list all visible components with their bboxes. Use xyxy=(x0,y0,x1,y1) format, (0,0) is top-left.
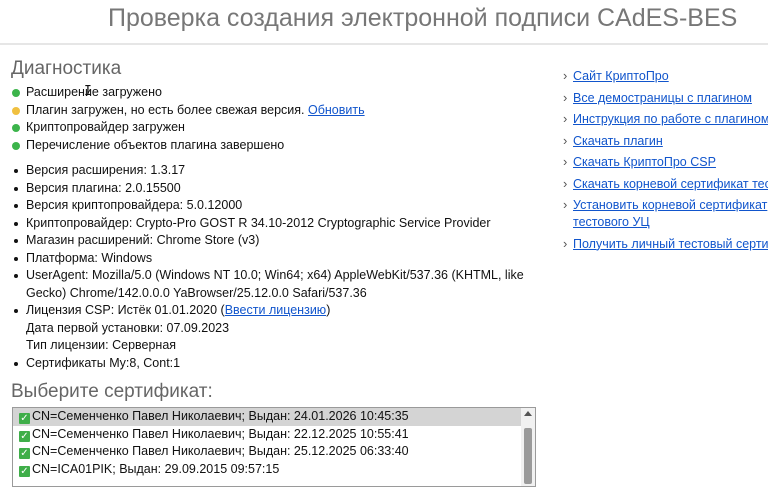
status-ok-dot xyxy=(12,89,20,97)
sidebar-link-cryptopro-site[interactable]: Сайт КриптоПро xyxy=(563,68,768,85)
sidebar-links: Сайт КриптоПро Все демостраницы с плагин… xyxy=(563,68,768,257)
info-license-type: Тип лицензии: Серверная xyxy=(26,338,177,352)
info-install-date: Дата первой установки: 07.09.2023 xyxy=(26,320,230,335)
status-extension-loaded: Расширение загружено xyxy=(12,84,365,102)
status-plugin-outdated: Плагин загружен, но есть более свежая ве… xyxy=(12,102,365,120)
valid-check-icon: ✓ xyxy=(19,465,30,477)
sidebar-link-download-plugin[interactable]: Скачать плагин xyxy=(563,132,768,150)
info-useragent: UserAgent: Mozilla/5.0 (Windows NT 10.0;… xyxy=(12,267,532,302)
text-cursor-icon: I xyxy=(84,84,92,99)
status-list: Расширение загружено Плагин загружен, но… xyxy=(12,84,365,154)
status-ok-dot xyxy=(12,141,20,150)
status-enumeration-done: Перечисление объектов плагина завершено xyxy=(12,137,365,155)
status-text: Криптопровайдер загружен xyxy=(26,120,185,134)
diagnostics-title: Диагностика xyxy=(11,58,122,79)
info-list: Версия расширения: 1.3.17 Версия плагина… xyxy=(12,162,532,372)
sidebar-link-label[interactable]: Установить корневой сертификат тестового… xyxy=(573,198,767,229)
valid-check-icon: ✓ xyxy=(19,448,30,459)
cert-select-title: Выберите сертификат: xyxy=(11,381,213,402)
info-csp-version: Версия криптопровайдера: 5.0.12000 xyxy=(12,197,532,215)
info-certificates: Сертификаты My:8, Cont:1 xyxy=(12,355,532,373)
enter-license-link[interactable]: Ввести лицензию xyxy=(225,303,326,317)
sidebar-link-install-root-cert[interactable]: Установить корневой сертификат тестового… xyxy=(563,196,768,231)
valid-check-icon: ✓ xyxy=(19,430,30,442)
sidebar-link-label[interactable]: Скачать КриптоПро CSP xyxy=(573,155,716,169)
scroll-thumb[interactable] xyxy=(524,428,532,484)
sidebar-link-label[interactable]: Получить личный тестовый сертификат xyxy=(573,237,768,251)
sidebar-link-download-root-cert[interactable]: Скачать корневой сертификат тестового УЦ xyxy=(563,175,768,193)
status-text: Плагин загружен, но есть более свежая ве… xyxy=(26,102,305,117)
page-title: Проверка создания электронной подписи CA… xyxy=(108,4,738,32)
valid-check-icon: ✓ xyxy=(19,413,30,424)
status-warning-dot xyxy=(12,106,20,115)
certificate-option[interactable]: ✓ CN=Семенченко Павел Николаевич; Выдан: … xyxy=(13,443,535,461)
info-csp-name: Криптопровайдер: Crypto-Pro GOST R 34.10… xyxy=(12,215,532,233)
sidebar-link-label[interactable]: Скачать плагин xyxy=(573,134,663,148)
sidebar-link-label[interactable]: Инструкция по работе с плагином xyxy=(573,112,768,126)
certificate-label: CN=ICA01PIK; Выдан: 29.09.2015 09:57:15 xyxy=(32,461,280,476)
license-prefix: Лицензия CSP: Истёк 01.01.2020 ( xyxy=(26,303,225,317)
scroll-up-arrow-icon[interactable] xyxy=(524,411,532,416)
info-license: Лицензия CSP: Истёк 01.01.2020 (Ввести л… xyxy=(12,302,532,320)
update-plugin-link[interactable]: Обновить xyxy=(308,103,365,117)
sidebar-link-label[interactable]: Сайт КриптоПро xyxy=(573,69,669,83)
certificate-label: CN=Семенченко Павел Николаевич; Выдан: 2… xyxy=(32,426,409,441)
certificate-option[interactable]: ✓ CN=ICA01PIK; Выдан: 29.09.2015 09:57:15 xyxy=(13,461,535,479)
certificate-list[interactable]: ✓ CN=Семенченко Павел Николаевич; Выдан: … xyxy=(12,407,536,487)
info-platform: Платформа: Windows xyxy=(12,250,532,268)
info-plugin-version: Версия плагина: 2.0.15500 xyxy=(12,180,532,198)
status-csp-loaded: Криптопровайдер загружен xyxy=(12,119,365,137)
sidebar-link-get-test-cert[interactable]: Получить личный тестовый сертификат xyxy=(563,235,768,253)
status-ok-dot xyxy=(12,124,20,132)
info-extension-store: Магазин расширений: Chrome Store (v3) xyxy=(12,232,532,250)
sidebar-link-plugin-guide[interactable]: Инструкция по работе с плагином xyxy=(563,110,768,128)
certificate-label: CN=Семенченко Павел Николаевич; Выдан: 2… xyxy=(32,409,409,423)
sidebar-link-label[interactable]: Скачать корневой сертификат тестового УЦ xyxy=(573,177,768,191)
sidebar-link-all-demos[interactable]: Все демостраницы с плагином xyxy=(563,89,768,107)
certificate-label: CN=Семенченко Павел Николаевич; Выдан: 2… xyxy=(32,444,409,458)
info-extension-version: Версия расширения: 1.3.17 xyxy=(12,162,532,180)
sidebar-link-download-csp[interactable]: Скачать КриптоПро CSP xyxy=(563,153,768,171)
certificate-option[interactable]: ✓ CN=Семенченко Павел Николаевич; Выдан: … xyxy=(13,426,535,444)
certificate-list-scrollbar[interactable] xyxy=(521,408,535,486)
sidebar-link-label[interactable]: Все демостраницы с плагином xyxy=(573,91,752,105)
status-text: Перечисление объектов плагина завершено xyxy=(26,137,285,152)
status-text: Расширение загружено xyxy=(26,85,162,99)
certificate-option[interactable]: ✓ CN=Семенченко Павел Николаевич; Выдан: … xyxy=(13,408,535,426)
header-divider xyxy=(0,43,768,45)
license-suffix: ) xyxy=(326,303,331,317)
